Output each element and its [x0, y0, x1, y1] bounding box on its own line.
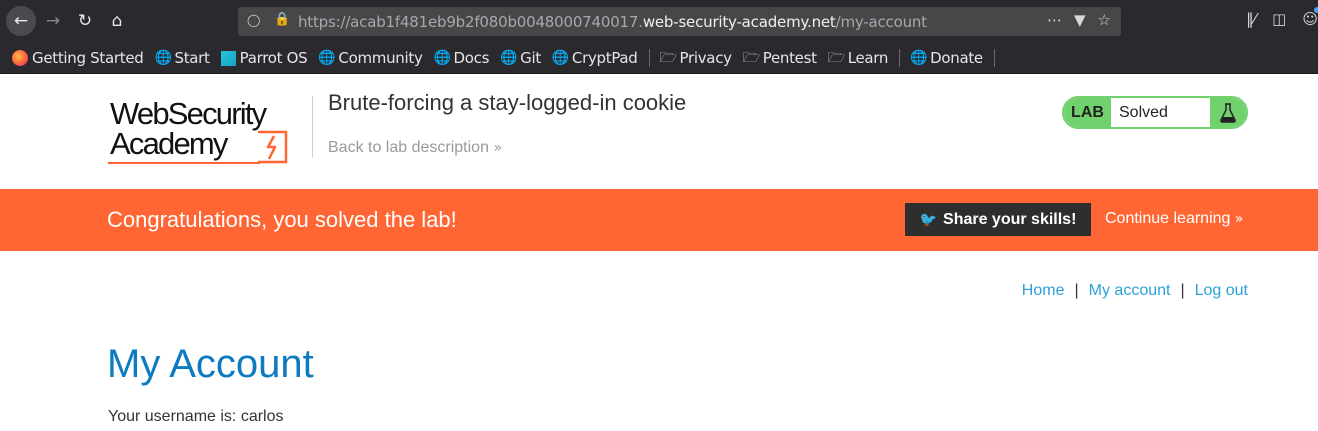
forward-arrow-icon[interactable]: →: [38, 6, 68, 36]
home-link[interactable]: Home: [1022, 282, 1065, 300]
bookmark-community[interactable]: 🌐 Community: [318, 49, 422, 67]
bookmark-separator: [993, 49, 995, 67]
globe-icon: 🌐: [551, 50, 570, 66]
lab-badge: LAB: [1064, 98, 1111, 127]
share-label: Share your skills!: [943, 210, 1077, 228]
my-account-link[interactable]: My account: [1089, 282, 1171, 300]
header-divider: [312, 96, 313, 158]
reload-icon[interactable]: ↻: [70, 6, 100, 36]
account-icon[interactable]: ☺: [1302, 7, 1318, 28]
bookmark-separator: [648, 49, 650, 67]
solved-banner: Congratulations, you solved the lab! 🐦 S…: [0, 189, 1318, 251]
double-chevron-icon: »: [493, 140, 503, 156]
bookmark-getting-started[interactable]: Getting Started: [12, 49, 144, 67]
logo-line-2: Academy: [110, 126, 228, 161]
home-icon[interactable]: ⌂: [102, 6, 132, 36]
folder-icon: 🗁: [659, 50, 677, 66]
bookmark-folder-privacy[interactable]: 🗁 Privacy: [659, 49, 733, 67]
page-content: WebSecurity Academy Brute-forcing a stay…: [0, 74, 1318, 431]
lab-title: Brute-forcing a stay-logged-in cookie: [328, 90, 687, 115]
sidebar-icon[interactable]: ◫: [1272, 10, 1286, 28]
firefox-icon: [12, 50, 28, 66]
bookmark-separator: [899, 49, 901, 67]
continue-label: Continue learning: [1105, 210, 1231, 227]
bookmark-folder-learn[interactable]: 🗁 Learn: [827, 49, 889, 67]
bookmark-start[interactable]: 🌐 Start: [154, 49, 209, 67]
parrot-icon: [220, 50, 236, 66]
page-title: My Account: [107, 342, 314, 386]
bookmark-docs[interactable]: 🌐 Docs: [434, 49, 490, 67]
bookmark-folder-pentest[interactable]: 🗁 Pentest: [743, 49, 817, 67]
continue-learning-link[interactable]: Continue learning »: [1105, 210, 1243, 228]
globe-icon: 🌐: [910, 50, 928, 66]
nav-separator: |: [1074, 282, 1079, 299]
bookmark-label: Community: [338, 49, 423, 67]
bookmark-cryptpad[interactable]: 🌐 CryptPad: [552, 49, 638, 67]
globe-icon: 🌐: [433, 50, 451, 66]
share-skills-button[interactable]: 🐦 Share your skills!: [905, 203, 1091, 236]
lab-state: Solved: [1119, 103, 1168, 121]
back-arrow-icon[interactable]: ←: [6, 6, 36, 36]
bookmark-label: Pentest: [762, 49, 817, 67]
url-text[interactable]: https://acab1f481eb9b2f080b0048000740017…: [298, 13, 927, 31]
double-chevron-icon: »: [1234, 211, 1244, 227]
logo-lightning-icon: [258, 130, 288, 164]
pocket-icon[interactable]: ▼: [1074, 11, 1086, 29]
account-nav: Home | My account | Log out: [1022, 282, 1248, 300]
back-to-description-link[interactable]: Back to lab description »: [328, 139, 502, 157]
congratulations-message: Congratulations, you solved the lab!: [107, 207, 457, 232]
bookmark-star-icon[interactable]: ☆: [1098, 11, 1111, 29]
globe-icon: 🌐: [500, 50, 518, 66]
bookmark-label: Learn: [847, 49, 889, 67]
bookmark-label: CryptPad: [571, 49, 638, 67]
flask-icon: [1210, 98, 1246, 127]
url-prefix: https://acab1f481eb9b2f080b0048000740017…: [298, 13, 643, 31]
bookmark-parrot-os[interactable]: Parrot OS: [220, 49, 308, 67]
globe-icon: 🌐: [154, 50, 172, 66]
bookmark-label: Git: [520, 49, 541, 67]
username-text: Your username is: carlos: [108, 408, 284, 425]
folder-icon: 🗁: [742, 50, 760, 66]
globe-icon: 🌐: [318, 50, 336, 66]
logout-link[interactable]: Log out: [1195, 282, 1248, 300]
toolbar-right: ‖⁄ ◫ ☺: [1246, 7, 1318, 28]
url-actions: ⋯ ▼ ☆: [1047, 11, 1111, 29]
bookmark-label: Getting Started: [32, 49, 144, 67]
nav-separator: |: [1180, 282, 1185, 299]
browser-toolbar: ← → ↻ ⌂ ◯ 🔒 https://acab1f481eb9b2f080b0…: [0, 0, 1318, 43]
lab-status-widget: LAB Solved: [1062, 96, 1248, 129]
bookmark-label: Docs: [453, 49, 490, 67]
logo-underline: [108, 162, 260, 164]
lock-icon[interactable]: 🔒: [274, 12, 290, 27]
address-bar[interactable]: ◯ 🔒 https://acab1f481eb9b2f080b004800074…: [238, 7, 1121, 36]
bookmark-label: Parrot OS: [239, 49, 308, 67]
more-actions-icon[interactable]: ⋯: [1047, 11, 1062, 29]
bookmark-git[interactable]: 🌐 Git: [500, 49, 541, 67]
bookmark-label: Donate: [930, 49, 983, 67]
url-host: web-security-academy.net: [642, 13, 836, 31]
bookmark-label: Start: [174, 49, 210, 67]
bookmark-donate[interactable]: 🌐 Donate: [910, 49, 983, 67]
bookmarks-bar: Getting Started 🌐 Start Parrot OS 🌐 Commun…: [0, 43, 1318, 74]
library-icon[interactable]: ‖⁄: [1246, 10, 1256, 28]
url-path: /my-account: [835, 13, 927, 31]
bookmark-label: Privacy: [679, 49, 733, 67]
back-link-label: Back to lab description: [328, 139, 489, 156]
twitter-icon: 🐦: [919, 211, 938, 228]
folder-icon: 🗁: [827, 50, 845, 66]
notification-dot: [1314, 7, 1318, 13]
tracking-shield-icon[interactable]: ◯: [247, 13, 261, 29]
academy-logo[interactable]: WebSecurity Academy: [108, 96, 308, 168]
